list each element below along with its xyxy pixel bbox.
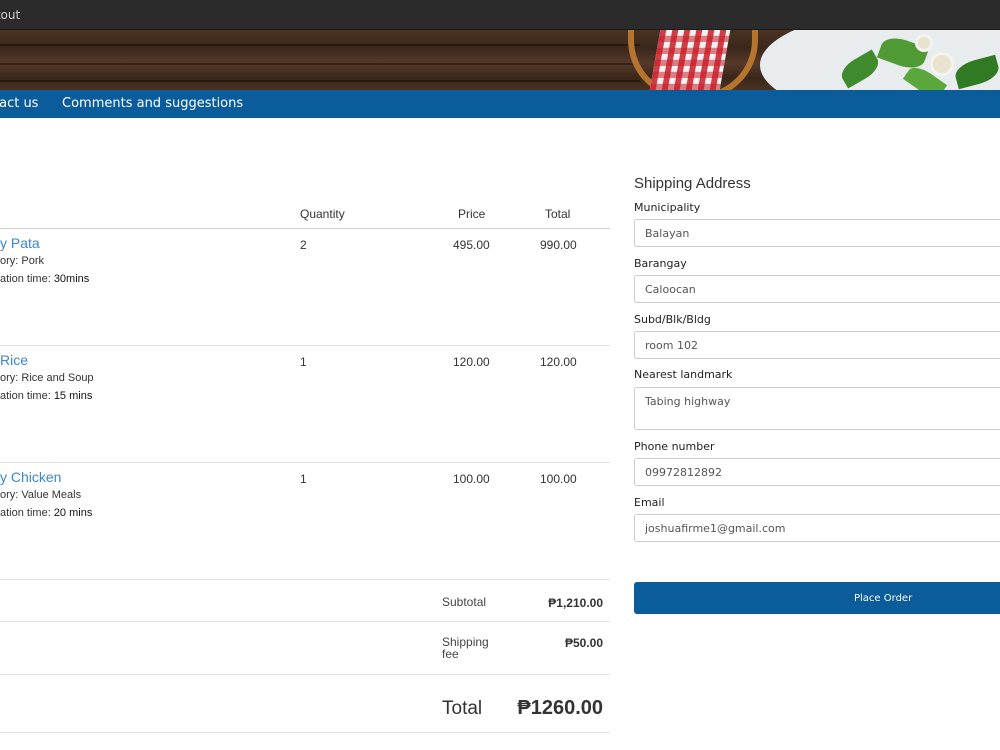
summary-divider bbox=[0, 732, 610, 733]
row-divider bbox=[0, 462, 610, 463]
item-price: 495.00 bbox=[453, 238, 490, 252]
shipping-fee-label: Shipping fee bbox=[442, 635, 489, 661]
window-titlebar: kout bbox=[0, 0, 1000, 30]
main-navbar: tact us Comments and suggestions bbox=[0, 90, 1000, 118]
column-header-total: Total bbox=[545, 207, 571, 221]
item-name-link[interactable]: y Chicken bbox=[0, 469, 61, 485]
subd-blk-bldg-field[interactable] bbox=[634, 331, 1000, 359]
nav-contact-us[interactable]: tact us bbox=[0, 96, 38, 111]
window-title: kout bbox=[0, 8, 21, 22]
item-total: 120.00 bbox=[540, 355, 577, 369]
place-order-button[interactable]: Place Order bbox=[634, 582, 1000, 614]
item-category: ory: Pork bbox=[0, 255, 45, 267]
phone-number-label: Phone number bbox=[634, 440, 715, 453]
email-label: Email bbox=[634, 496, 665, 509]
item-name-link[interactable]: Rice bbox=[0, 352, 28, 368]
item-name-link[interactable]: y Pata bbox=[0, 235, 40, 251]
barangay-field[interactable] bbox=[634, 275, 1000, 303]
subtotal-label: Subtotal bbox=[442, 595, 487, 609]
grand-total-value: ₱1260.00 bbox=[517, 697, 603, 719]
subd-blk-bldg-label: Subd/Blk/Bldg bbox=[634, 313, 711, 326]
column-header-price: Price bbox=[458, 207, 486, 221]
table-header-divider bbox=[0, 228, 610, 229]
shipping-address-title: Shipping Address bbox=[634, 175, 751, 192]
item-price: 120.00 bbox=[453, 355, 490, 369]
nearest-landmark-label: Nearest landmark bbox=[634, 368, 733, 381]
item-quantity: 1 bbox=[300, 355, 307, 369]
item-total: 100.00 bbox=[540, 472, 577, 486]
item-total: 990.00 bbox=[540, 238, 577, 252]
summary-divider bbox=[0, 674, 610, 675]
item-category: ory: Value Meals bbox=[0, 489, 82, 501]
item-quantity: 1 bbox=[300, 472, 307, 486]
email-field[interactable] bbox=[634, 514, 1000, 542]
header-banner-image bbox=[0, 30, 1000, 90]
row-divider bbox=[0, 579, 610, 580]
subtotal-value: ₱1,210.00 bbox=[548, 596, 603, 610]
column-header-quantity: Quantity bbox=[300, 207, 345, 221]
item-prep-time: ation time: 30mins bbox=[0, 273, 90, 285]
shipping-fee-value: ₱50.00 bbox=[564, 636, 603, 650]
nearest-landmark-field[interactable]: Tabing highway bbox=[634, 387, 1000, 430]
item-prep-time: ation time: 20 mins bbox=[0, 507, 93, 519]
nav-comments-suggestions[interactable]: Comments and suggestions bbox=[62, 96, 243, 111]
barangay-label: Barangay bbox=[634, 257, 687, 270]
place-order-label: Place Order bbox=[854, 593, 913, 604]
municipality-field[interactable] bbox=[634, 219, 1000, 247]
municipality-label: Municipality bbox=[634, 201, 701, 214]
item-prep-time: ation time: 15 mins bbox=[0, 390, 93, 402]
item-quantity: 2 bbox=[300, 238, 307, 252]
summary-divider bbox=[0, 621, 610, 622]
row-divider bbox=[0, 345, 610, 346]
item-category: ory: Rice and Soup bbox=[0, 372, 94, 384]
phone-number-field[interactable] bbox=[634, 458, 1000, 486]
item-price: 100.00 bbox=[453, 472, 490, 486]
